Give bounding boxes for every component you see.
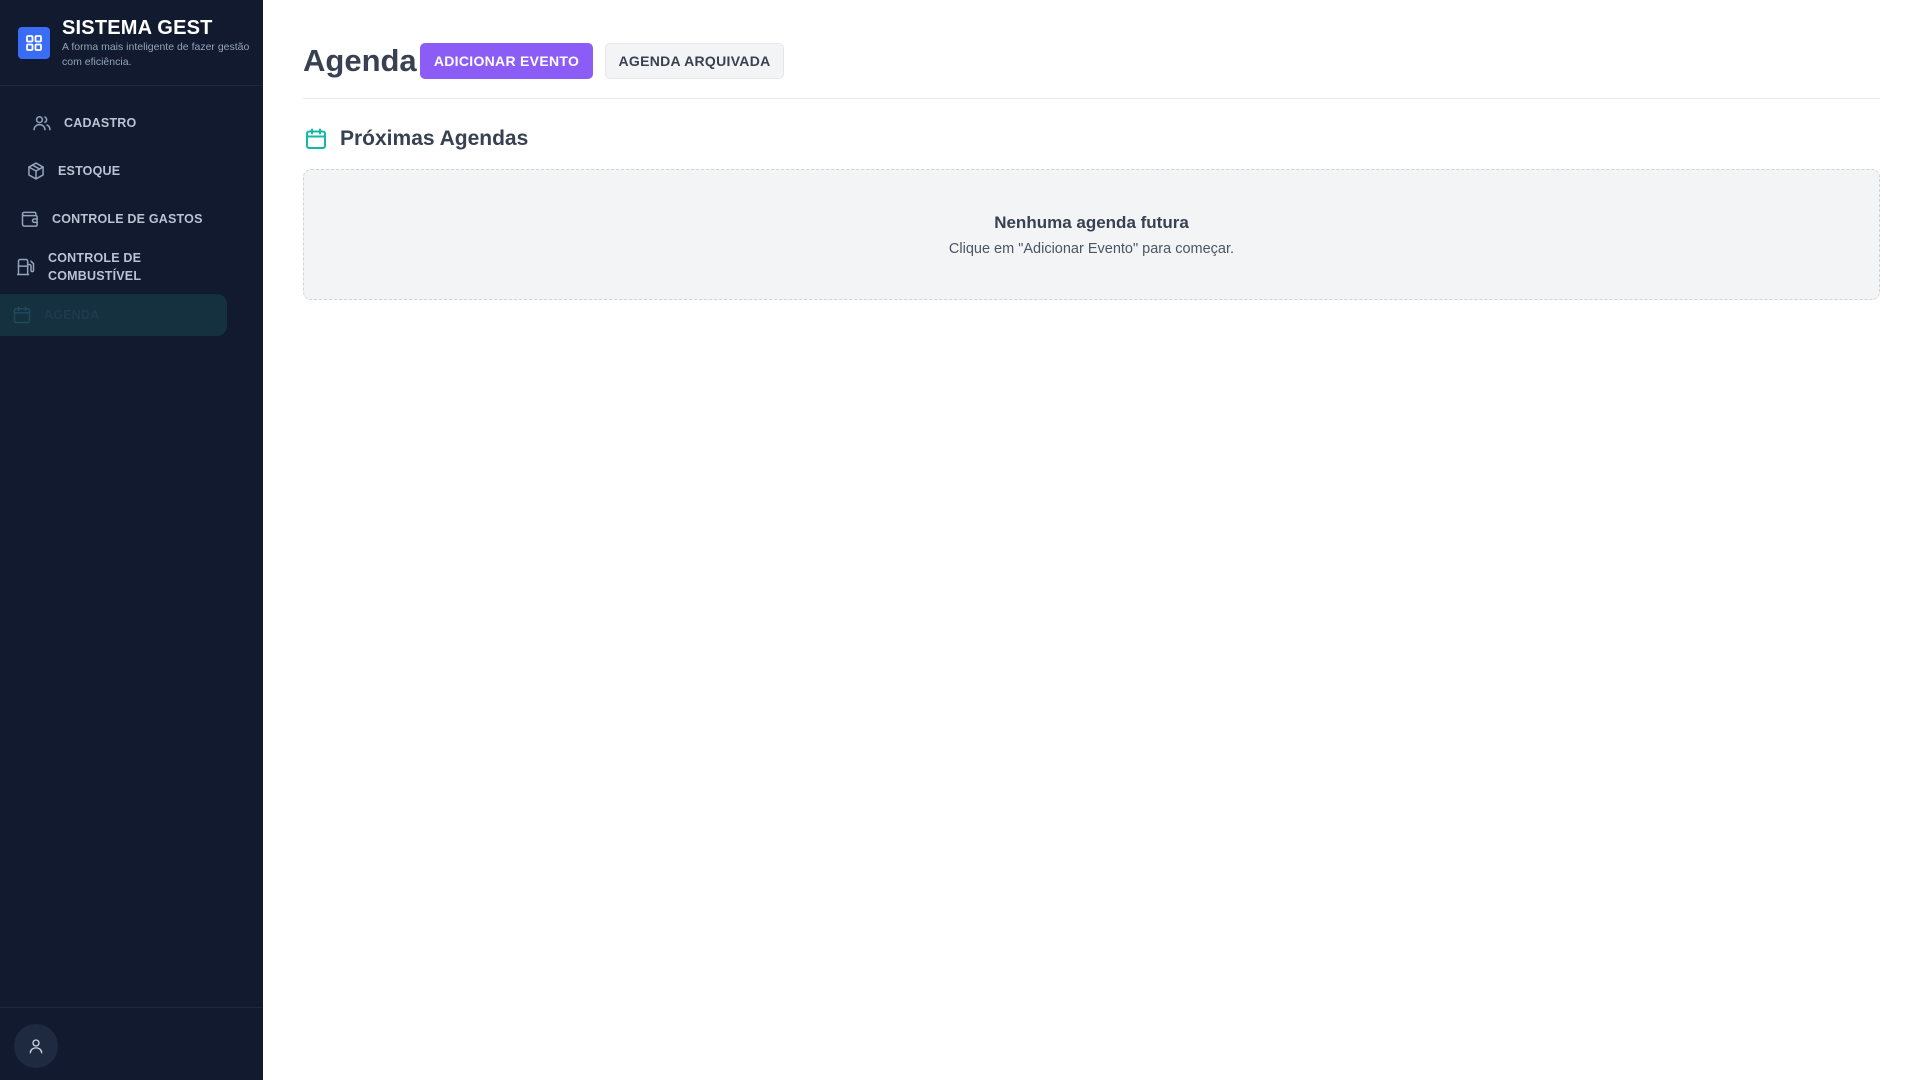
avatar[interactable] <box>14 1024 58 1068</box>
fuel-icon <box>15 256 37 278</box>
page-header: Agenda ADICIONAR EVENTO AGENDA ARQUIVADA <box>303 42 1880 99</box>
main-content: Agenda ADICIONAR EVENTO AGENDA ARQUIVADA… <box>263 0 1920 1080</box>
user-icon <box>27 1037 45 1055</box>
users-icon <box>31 112 53 134</box>
sidebar-item-cadastro[interactable]: CADASTRO <box>31 111 136 135</box>
sidebar-item-label: CADASTRO <box>64 116 137 130</box>
brand-subtitle: A forma mais inteligente de fazer gestão… <box>62 41 250 68</box>
brand-title: SISTEMA GEST <box>62 17 213 39</box>
sidebar-footer <box>0 1007 263 1080</box>
calendar-icon <box>303 126 329 152</box>
sidebar-item-label: CONTROLE DE GASTOS <box>52 212 203 226</box>
sidebar-item-label: ESTOQUE <box>58 164 121 178</box>
page-title: Agenda <box>303 43 417 78</box>
section-header: Próximas Agendas <box>303 124 528 154</box>
section-title: Próximas Agendas <box>340 127 529 150</box>
sidebar: SISTEMA GEST A forma mais inteligente de… <box>0 0 263 1080</box>
wallet-icon <box>19 208 41 230</box>
add-event-button[interactable]: ADICIONAR EVENTO <box>420 43 593 79</box>
sidebar-item-agenda[interactable]: AGENDA <box>0 294 227 336</box>
grid-icon[interactable] <box>18 27 50 59</box>
empty-state-text: Clique em "Adicionar Evento" para começa… <box>948 241 1235 257</box>
package-icon <box>25 160 47 182</box>
empty-state-title: Nenhuma agenda futura <box>994 213 1189 232</box>
brand-header: SISTEMA GEST A forma mais inteligente de… <box>0 0 263 86</box>
sidebar-item-label: AGENDA <box>44 308 100 322</box>
sidebar-item-estoque[interactable]: ESTOQUE <box>25 159 120 183</box>
empty-state: Nenhuma agenda futura Clique em "Adicion… <box>303 169 1880 300</box>
sidebar-item-controle-de-gastos[interactable]: CONTROLE DE GASTOS <box>19 207 203 231</box>
sidebar-item-label: CONTROLE DE COMBUSTÍVEL <box>48 251 142 283</box>
calendar-icon <box>11 304 33 326</box>
archived-agenda-button[interactable]: AGENDA ARQUIVADA <box>605 43 784 79</box>
sidebar-item-controle-de-combustivel[interactable]: CONTROLE DE COMBUSTÍVEL <box>15 248 215 286</box>
